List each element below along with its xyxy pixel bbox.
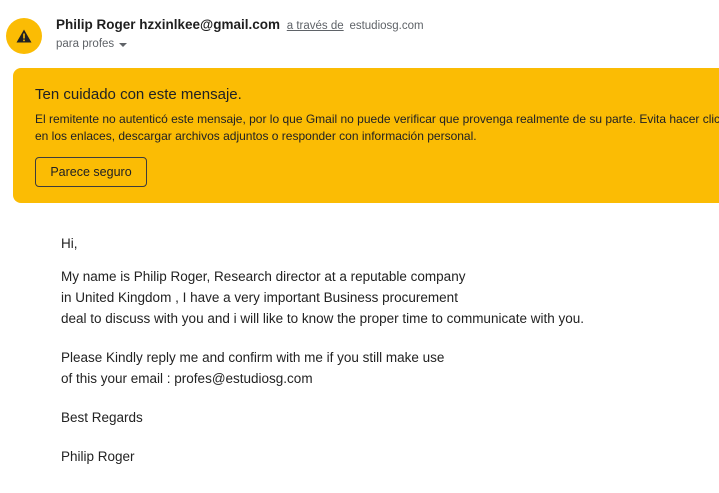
closing: Best Regards (61, 410, 143, 425)
paragraph-line: Please Kindly reply me and confirm with … (61, 350, 445, 365)
chevron-down-icon (119, 43, 128, 47)
warning-triangle-icon (16, 29, 32, 43)
email-view: Philip Roger hzxinlkee@gmail.com a travé… (0, 0, 719, 493)
via-domain: estudiosg.com (349, 20, 424, 32)
looks-safe-button[interactable]: Parece seguro (35, 157, 147, 187)
paragraph-line: deal to discuss with you and i will like… (61, 311, 584, 326)
paragraph-intro: My name is Philip Roger, Research direct… (61, 266, 701, 329)
sender-line: Philip Roger hzxinlkee@gmail.com a travé… (56, 16, 424, 35)
sender-email[interactable]: hzxinlkee@gmail.com (139, 17, 280, 32)
email-header: Philip Roger hzxinlkee@gmail.com a travé… (0, 0, 719, 62)
paragraph-request: Please Kindly reply me and confirm with … (61, 347, 701, 389)
signature: Philip Roger (61, 449, 135, 464)
sender-name[interactable]: Philip Roger (56, 17, 136, 32)
warning-text: El remitente no autenticó este mensaje, … (35, 112, 719, 143)
message-body: Hi, My name is Philip Roger, Research di… (61, 233, 701, 467)
via-link[interactable]: a través de (287, 20, 344, 32)
paragraph-line: in United Kingdom , I have a very import… (61, 290, 458, 305)
warning-title: Ten cuidado con este mensaje. (35, 86, 242, 103)
recipient-label: para profes (56, 38, 115, 50)
sender-avatar[interactable] (6, 18, 42, 54)
warning-banner: Ten cuidado con este mensaje. El remiten… (13, 68, 719, 203)
paragraph-line: of this your email : profes@estudiosg.co… (61, 371, 313, 386)
paragraph-line: My name is Philip Roger, Research direct… (61, 269, 466, 284)
greeting: Hi, (61, 236, 78, 251)
recipient-details-toggle[interactable]: para profes (56, 36, 128, 52)
